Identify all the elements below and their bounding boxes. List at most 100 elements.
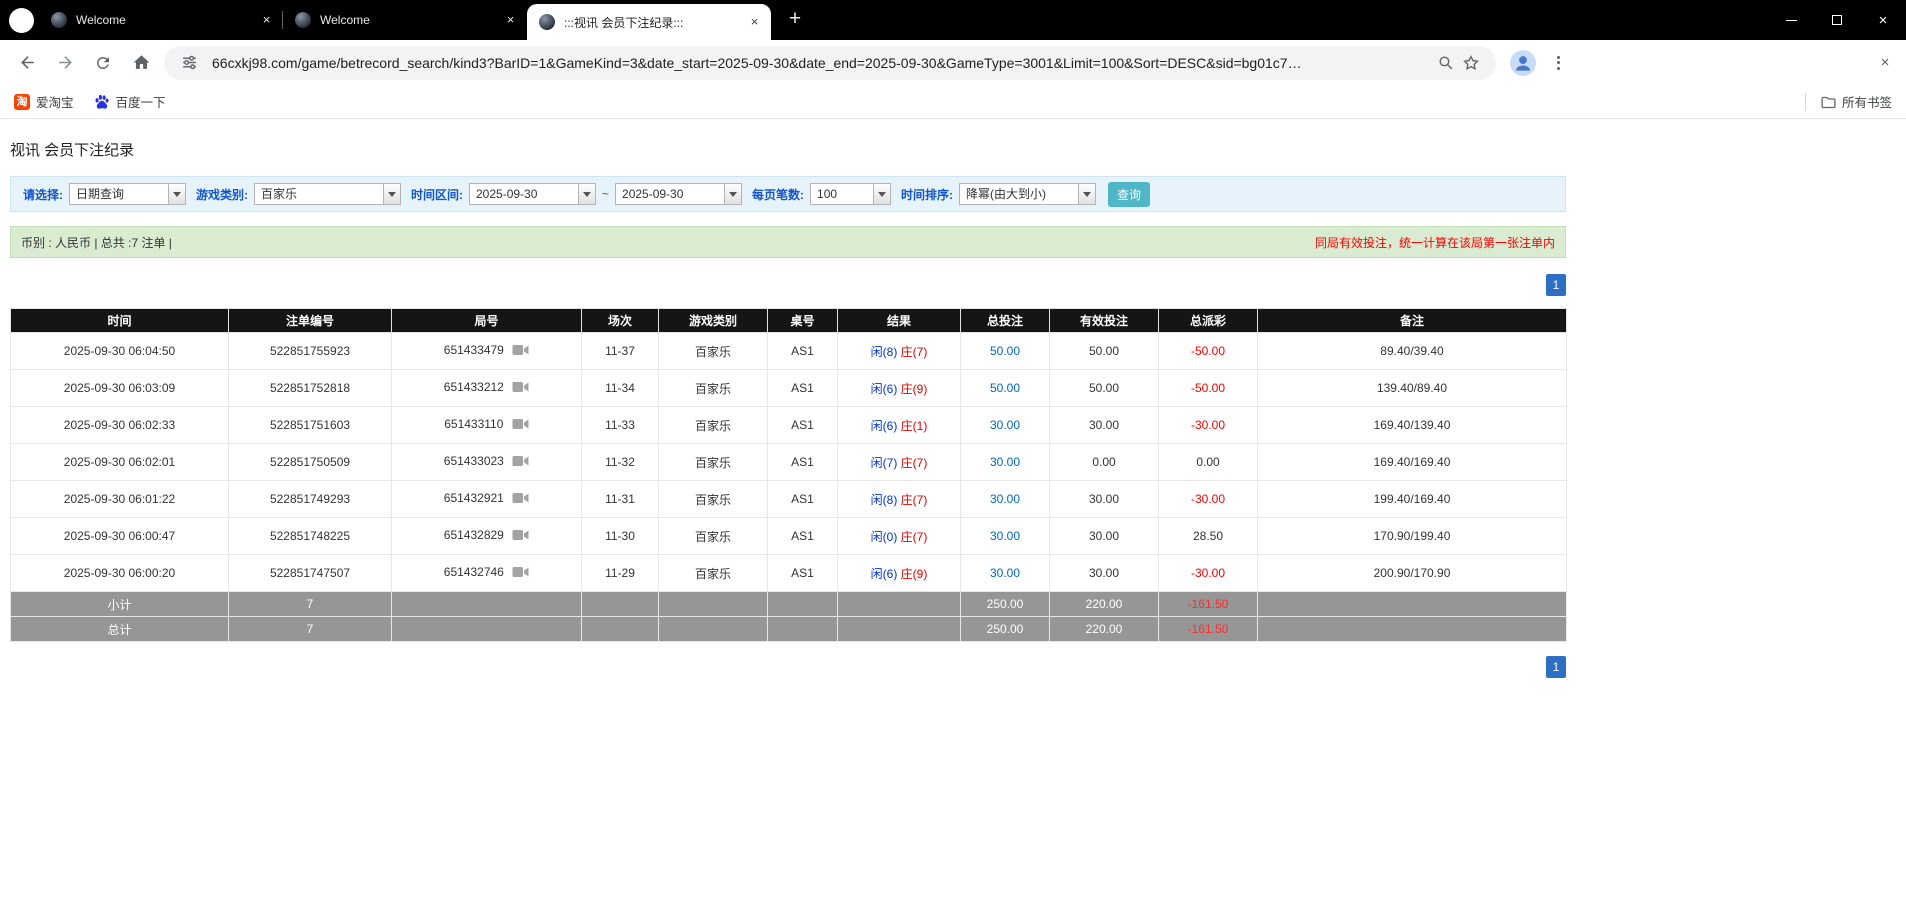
total-bet-link[interactable]: 30.00 <box>990 566 1020 580</box>
total-row: 总计 7 250.00 220.00 -161.50 <box>11 617 1567 642</box>
profile-avatar[interactable] <box>1510 50 1536 76</box>
cell-table-no: AS1 <box>768 518 838 555</box>
date-start-input[interactable]: 2025-09-30 <box>469 183 596 205</box>
cell-round-id: 651432829 <box>392 518 582 555</box>
cell-total-bet: 30.00 <box>961 407 1050 444</box>
search-button[interactable]: 查询 <box>1108 182 1150 207</box>
window-close-button[interactable]: × <box>1860 0 1906 40</box>
tab-title: Welcome <box>320 13 502 27</box>
cell-table-no: AS1 <box>768 333 838 370</box>
table-row: 2025-09-30 06:00:47 522851748225 6514328… <box>11 518 1567 555</box>
site-settings-icon[interactable] <box>176 50 202 76</box>
date-end-input[interactable]: 2025-09-30 <box>615 183 742 205</box>
chevron-down-icon[interactable] <box>873 184 890 204</box>
bookmark-label: 爱淘宝 <box>36 92 74 111</box>
column-header: 总派彩 <box>1159 309 1258 333</box>
table-row: 2025-09-30 06:01:22 522851749293 6514329… <box>11 481 1567 518</box>
cell-table-no: AS1 <box>768 555 838 592</box>
cell-result: 闲(7) 庄(7) <box>838 444 961 481</box>
bookmark-star-icon[interactable] <box>1458 50 1484 76</box>
new-tab-button[interactable]: + <box>781 6 809 34</box>
tab-welcome-2[interactable]: Welcome × <box>283 0 527 40</box>
cell-time: 2025-09-30 06:02:33 <box>11 407 229 444</box>
close-icon[interactable]: × <box>1874 52 1896 74</box>
total-bet-link[interactable]: 50.00 <box>990 381 1020 395</box>
result-banker: 庄(7) <box>901 493 928 507</box>
video-replay-icon[interactable] <box>512 381 529 396</box>
video-replay-icon[interactable] <box>512 455 529 470</box>
cell-valid-bet: 50.00 <box>1050 333 1159 370</box>
summary-bar: 币别 : 人民币 | 总共 :7 注单 | 同局有效投注，统一计算在该局第一张注… <box>10 226 1566 258</box>
tab-close-icon[interactable]: × <box>502 12 519 29</box>
total-bet-link[interactable]: 30.00 <box>990 418 1020 432</box>
tab-bet-records-active[interactable]: :::视讯 会员下注纪录::: × <box>527 4 771 40</box>
bookmark-taobao[interactable]: 淘 爱淘宝 <box>14 92 74 111</box>
url-text[interactable]: 66cxkj98.com/game/betrecord_search/kind3… <box>212 55 1432 71</box>
tab-close-icon[interactable]: × <box>258 12 275 29</box>
cell-session: 11-32 <box>582 444 659 481</box>
chevron-down-icon[interactable] <box>168 184 185 204</box>
total-bet-link[interactable]: 30.00 <box>990 492 1020 506</box>
tab-title: Welcome <box>76 13 258 27</box>
page-1-button[interactable]: 1 <box>1546 656 1566 678</box>
cell-result: 闲(6) 庄(9) <box>838 370 961 407</box>
date-query-select[interactable]: 日期查询 <box>69 183 186 205</box>
round-id-text: 651433479 <box>444 343 504 357</box>
baidu-paw-icon <box>94 94 110 110</box>
browser-menu-icon[interactable] <box>1546 51 1570 75</box>
reload-button[interactable] <box>84 45 122 81</box>
bookmark-baidu[interactable]: 百度一下 <box>94 92 166 111</box>
tab-favicon-globe-icon <box>51 12 67 28</box>
cell-time: 2025-09-30 06:00:20 <box>11 555 229 592</box>
result-player: 闲(8) <box>871 345 898 359</box>
reload-icon <box>94 54 112 72</box>
result-player: 闲(7) <box>871 456 898 470</box>
total-count: 7 <box>229 617 392 642</box>
cell-note: 89.40/39.40 <box>1258 333 1567 370</box>
forward-button[interactable] <box>46 45 84 81</box>
bookmark-label: 百度一下 <box>116 92 166 111</box>
sort-order-label: 时间排序: <box>901 186 953 203</box>
tab-strip: Welcome × Welcome × :::视讯 会员下注纪录::: × + … <box>0 0 1906 40</box>
cell-session: 11-33 <box>582 407 659 444</box>
chevron-down-icon[interactable] <box>1078 184 1095 204</box>
minimize-button[interactable] <box>1768 0 1814 40</box>
total-total-bet: 250.00 <box>961 617 1050 642</box>
chevron-down-icon[interactable] <box>578 184 595 204</box>
page-size-select[interactable]: 100 <box>810 183 891 205</box>
table-row: 2025-09-30 06:00:20 522851747507 6514327… <box>11 555 1567 592</box>
column-header: 注单编号 <box>229 309 392 333</box>
total-bet-link[interactable]: 30.00 <box>990 529 1020 543</box>
page-1-button[interactable]: 1 <box>1546 274 1566 296</box>
cell-round-id: 651433023 <box>392 444 582 481</box>
cell-game-type: 百家乐 <box>659 518 768 555</box>
game-type-select[interactable]: 百家乐 <box>254 183 401 205</box>
all-bookmarks[interactable]: 所有书签 <box>1805 92 1892 111</box>
page-content: 视讯 会员下注纪录 请选择: 日期查询 游戏类别: 百家乐 时间区间: 2025… <box>0 119 1906 678</box>
subtotal-total-bet: 250.00 <box>961 592 1050 617</box>
sort-order-select[interactable]: 降幂(由大到小) <box>959 183 1096 205</box>
address-bar[interactable]: 66cxkj98.com/game/betrecord_search/kind3… <box>164 46 1496 80</box>
cell-result: 闲(6) 庄(9) <box>838 555 961 592</box>
video-replay-icon[interactable] <box>512 418 529 433</box>
video-replay-icon[interactable] <box>512 492 529 507</box>
cell-result: 闲(6) 庄(1) <box>838 407 961 444</box>
result-player: 闲(8) <box>871 493 898 507</box>
home-button[interactable] <box>122 45 160 81</box>
zoom-icon[interactable] <box>1432 50 1458 76</box>
chevron-down-icon[interactable] <box>724 184 741 204</box>
tab-close-icon[interactable]: × <box>746 14 763 31</box>
video-replay-icon[interactable] <box>512 529 529 544</box>
cell-payout: -50.00 <box>1159 333 1258 370</box>
table-header-row: 时间注单编号局号场次游戏类别桌号结果总投注有效投注总派彩备注 <box>11 309 1567 333</box>
video-replay-icon[interactable] <box>512 344 529 359</box>
total-bet-link[interactable]: 30.00 <box>990 455 1020 469</box>
tab-search-button[interactable] <box>9 8 34 33</box>
back-button[interactable] <box>8 45 46 81</box>
maximize-button[interactable] <box>1814 0 1860 40</box>
cell-note: 169.40/139.40 <box>1258 407 1567 444</box>
total-bet-link[interactable]: 50.00 <box>990 344 1020 358</box>
chevron-down-icon[interactable] <box>383 184 400 204</box>
tab-welcome-1[interactable]: Welcome × <box>39 0 283 40</box>
video-replay-icon[interactable] <box>512 566 529 581</box>
